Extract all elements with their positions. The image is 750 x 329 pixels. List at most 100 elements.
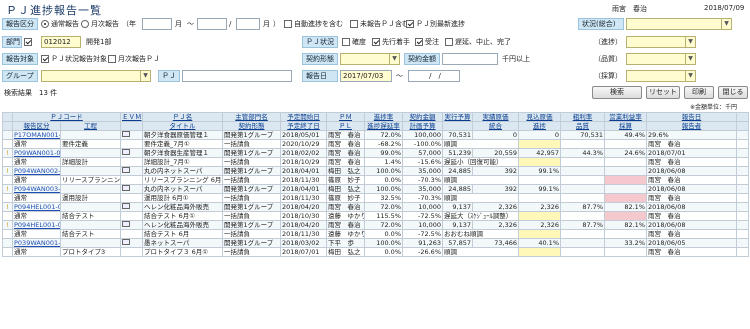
- table-row[interactable]: ! P09WAN001-00 朝夕洋食器生産管理１ 開発第1グループ 2018/02/0…: [2, 148, 749, 158]
- juchu-checkbox[interactable]: [415, 38, 423, 46]
- pj-code-link[interactable]: P039WAN001-00: [12, 238, 61, 248]
- monthly-pj-checkbox[interactable]: [108, 55, 116, 63]
- close-button[interactable]: 閉じる: [718, 86, 748, 99]
- col-start[interactable]: 予定開始日: [280, 112, 327, 122]
- table-row[interactable]: !P094HEL001-00 ヘレン化粧品海外販売開発第1グループ2018/04/…: [2, 202, 749, 212]
- pj-code-link[interactable]: P09WAN001-00: [12, 148, 61, 158]
- st-juchu[interactable]: 受注: [415, 36, 439, 48]
- dept-check[interactable]: [24, 36, 34, 48]
- radio-normal[interactable]: [41, 20, 49, 28]
- table-row[interactable]: P039WAN001-00 愚ネットスーパ開発第1グループ2018/03/02下平…: [2, 238, 749, 248]
- report-date-cell: 2018/06/08: [646, 220, 737, 230]
- print-button[interactable]: 印刷: [684, 86, 714, 99]
- pj-latest-checkbox[interactable]: [406, 20, 414, 28]
- col-progress[interactable]: 進捗率: [364, 112, 403, 122]
- pj-latest-check[interactable]: ＰＪ別最新進捗: [406, 18, 465, 30]
- col-op-margin[interactable]: 営業利益率: [604, 112, 647, 122]
- col-estimate[interactable]: 見込原価: [518, 112, 561, 122]
- month-from-input[interactable]: [197, 18, 227, 30]
- quality-select[interactable]: ▼: [626, 53, 696, 65]
- evm-chart-icon[interactable]: [122, 203, 130, 209]
- dept-checkbox[interactable]: [24, 38, 32, 46]
- col-reporter[interactable]: 報告者: [646, 121, 737, 131]
- contract-amount-input[interactable]: [442, 53, 498, 65]
- auto-progress-checkbox[interactable]: [284, 20, 292, 28]
- status-total-select[interactable]: ▼: [626, 18, 732, 30]
- col-actual[interactable]: 実績原価: [472, 112, 519, 122]
- contract-form-select[interactable]: ▼: [340, 53, 400, 65]
- col-shinchoku[interactable]: 進捗: [518, 121, 561, 131]
- col-title[interactable]: タイトル: [142, 121, 223, 131]
- col-contract-form[interactable]: 契約形態: [222, 121, 281, 131]
- evm-chart-icon[interactable]: [122, 185, 130, 191]
- evm-chart-icon[interactable]: [122, 131, 130, 137]
- col-quality[interactable]: 品質: [560, 121, 605, 131]
- radio-monthly[interactable]: [81, 20, 89, 28]
- col-margin[interactable]: 粗利率: [560, 112, 605, 122]
- pj-code-link[interactable]: P094HEL001-00: [12, 202, 61, 212]
- col-evm[interactable]: ＥＶＭ: [120, 112, 143, 122]
- report-date-from-input[interactable]: 2017/07/03: [340, 70, 392, 82]
- col-plan-budget[interactable]: 計画予算: [402, 121, 443, 131]
- shinchoku-select[interactable]: ▼: [626, 36, 696, 48]
- year-input[interactable]: [142, 18, 172, 30]
- col-pj-code[interactable]: ＰＪコード: [12, 112, 121, 122]
- col-kubun[interactable]: 報告区分: [12, 121, 61, 131]
- profit-select[interactable]: ▼: [626, 70, 696, 82]
- table-row[interactable]: 通常 詳細設計 詳細設計_7月① 一括請負 2018/10/29 雨宮 春治 1.4% -15…: [2, 157, 749, 167]
- col-contract[interactable]: 契約金額: [402, 112, 443, 122]
- date-cell: 2018/10/30: [280, 211, 327, 221]
- st-senko[interactable]: 先行着手: [372, 36, 410, 48]
- pj-input[interactable]: [182, 70, 292, 82]
- table-row[interactable]: 通常 運用設計 運用設計 6月① 一括請負 2018/11/30 篠原 妙子 32.5% -7…: [2, 193, 749, 203]
- col-pl[interactable]: ＰＬ: [326, 121, 365, 131]
- enki-checkbox[interactable]: [445, 38, 453, 46]
- st-kakudo[interactable]: 確度: [342, 36, 366, 48]
- senko-checkbox[interactable]: [372, 38, 380, 46]
- table-row[interactable]: 通常 結合テスト 結合テスト 6月① 一括請負 2018/10/30 遠藤 ゆかり 115.…: [2, 211, 749, 221]
- kakudo-checkbox[interactable]: [342, 38, 350, 46]
- pj-code-link[interactable]: P094WAN003-00: [12, 184, 61, 194]
- opt-monthly-report[interactable]: 月次報告: [81, 18, 119, 30]
- dept-code-input[interactable]: 012012: [41, 36, 81, 48]
- pj-status-report-check[interactable]: ＰＪ状況報告対象: [41, 53, 107, 65]
- evm-chart-icon[interactable]: [122, 167, 130, 173]
- col-end[interactable]: 予定終了日: [280, 121, 327, 131]
- dept-cell: 開発第1グループ: [222, 184, 281, 194]
- col-process[interactable]: 工程: [60, 121, 121, 131]
- opt-normal-report[interactable]: 通常報告: [41, 18, 79, 30]
- month-to-input[interactable]: [236, 18, 260, 30]
- pj-code-link[interactable]: P094HEL001-00: [12, 220, 61, 230]
- evm-chart-icon[interactable]: [122, 239, 130, 245]
- col-delay[interactable]: 進捗遅延率: [364, 121, 403, 131]
- reset-button[interactable]: リセット: [646, 86, 680, 99]
- col-dept[interactable]: 主管部門名: [222, 112, 281, 122]
- table-row[interactable]: 通常 要件定義 要件定義_7月① 一括請負 2020/10/29 雨宮 春治 -68.2% -…: [2, 139, 749, 149]
- table-row[interactable]: 通常 リリースプランニング リリースプランニング 6月 一括請負 2018/11/30 篠…: [2, 175, 749, 185]
- table-row[interactable]: 通常 プロトタイプ3 プロトタイプ３ 6月① 一括請負 2018/07/01 梅田 弘之 0…: [2, 247, 749, 257]
- pj-code-link[interactable]: P094WAN002-00: [12, 166, 61, 176]
- unreported-checkbox[interactable]: [350, 20, 358, 28]
- col-report-date[interactable]: 報告日: [646, 112, 737, 122]
- evm-chart-icon[interactable]: [122, 221, 130, 227]
- evm-chart-icon[interactable]: [122, 149, 130, 155]
- col-pm[interactable]: ＰＭ: [326, 112, 365, 122]
- group-select[interactable]: ▼: [41, 70, 151, 82]
- table-row[interactable]: P17OMAN001-00 朝夕洋食器原価管理１開発第1グループ2018/05/0…: [2, 130, 749, 140]
- search-button[interactable]: 検索: [592, 86, 642, 99]
- col-budget[interactable]: 実行予算: [442, 112, 473, 122]
- report-date-to-input[interactable]: / /: [408, 70, 460, 82]
- auto-progress-check[interactable]: 自動進捗を含む: [284, 18, 343, 30]
- col-profit[interactable]: 採算: [604, 121, 647, 131]
- table-row[interactable]: !P094HEL001-00 ヘレン化粧品海外販売開発第1グループ2018/04/…: [2, 220, 749, 230]
- col-pj-name[interactable]: ＰＪ名: [142, 112, 223, 122]
- col-integrated[interactable]: 統合: [472, 121, 519, 131]
- monthly-pj-check[interactable]: 月次報告ＰＪ: [108, 53, 160, 65]
- table-row[interactable]: !P094WAN003-00 丸の内ネットスーパ開発第1グループ2018/04/0…: [2, 184, 749, 194]
- pj-code-link[interactable]: P17OMAN001-00: [12, 130, 61, 140]
- pj-status-report-checkbox[interactable]: [41, 55, 49, 63]
- table-row[interactable]: !P094WAN002-00 丸の内ネットスーパ開発第1グループ2018/04/0…: [2, 166, 749, 176]
- st-enki[interactable]: 遅延、中止、完了: [445, 36, 511, 48]
- table-row[interactable]: 通常 結合テスト 結合テスト 6月 一括請負 2018/11/30 遠藤 ゆかり 0.0% -…: [2, 229, 749, 239]
- unreported-check[interactable]: 未報告ＰＪ含む: [350, 18, 409, 30]
